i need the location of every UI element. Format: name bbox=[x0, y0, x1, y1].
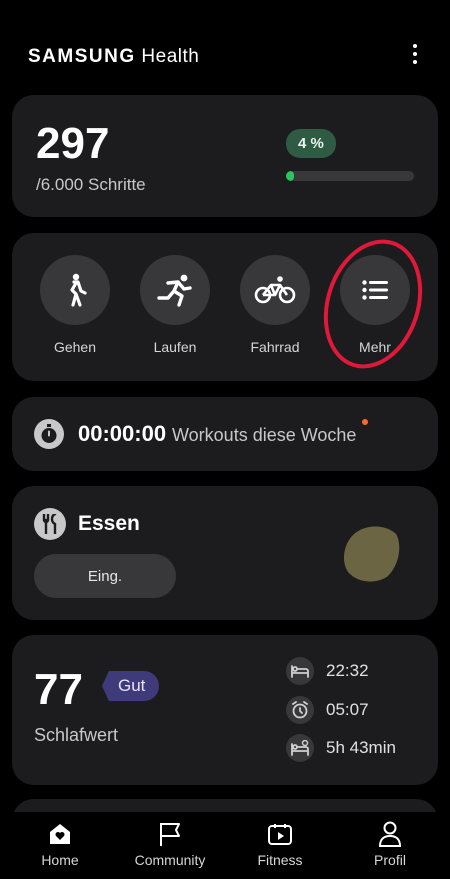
bicycle-icon bbox=[240, 255, 310, 325]
sleep-duration-icon bbox=[286, 734, 314, 762]
steps-card[interactable]: 297 /6.000 Schritte 4 % bbox=[12, 95, 438, 217]
nav-label: Profil bbox=[374, 852, 406, 868]
notification-dot bbox=[362, 419, 368, 425]
flag-icon bbox=[120, 820, 220, 848]
activity-label: Laufen bbox=[153, 339, 197, 355]
profile-icon bbox=[340, 820, 440, 848]
sleep-rating-badge: Gut bbox=[102, 671, 160, 701]
lemon-icon bbox=[344, 526, 400, 582]
activity-label: Mehr bbox=[359, 339, 391, 355]
nav-label: Home bbox=[41, 852, 79, 868]
activity-more[interactable]: Mehr bbox=[330, 255, 420, 355]
activities-card: Gehen Laufen Fahrrad Mehr bbox=[12, 233, 438, 381]
workout-time: 00:00:00 bbox=[78, 421, 167, 446]
nav-label: Fitness bbox=[257, 852, 303, 868]
app-title: SAMSUNG Health bbox=[28, 46, 200, 67]
bottom-navigation: Home Community Fitness Profil bbox=[0, 812, 450, 879]
steps-goal: /6.000 Schritte bbox=[36, 175, 146, 194]
bed-icon bbox=[286, 657, 314, 685]
sleep-wake-time: 05:07 bbox=[326, 700, 369, 719]
alarm-clock-icon bbox=[286, 696, 314, 724]
food-title: Essen bbox=[78, 512, 140, 535]
activity-label: Fahrrad bbox=[250, 339, 300, 355]
nav-fitness[interactable]: Fitness bbox=[230, 820, 330, 868]
food-log-button[interactable]: Eing. bbox=[34, 554, 176, 598]
fork-knife-icon bbox=[34, 508, 66, 540]
more-options-icon[interactable] bbox=[410, 44, 420, 68]
sleep-score: 77 bbox=[34, 665, 83, 714]
stopwatch-icon bbox=[34, 419, 64, 449]
workout-caption: Workouts diese Woche bbox=[172, 425, 357, 445]
nav-profile[interactable]: Profil bbox=[340, 820, 440, 868]
steps-percent-badge: 4 % bbox=[286, 129, 336, 158]
sleep-card[interactable]: 77 Gut Schlafwert 22:32 05:07 5h 43min bbox=[12, 635, 438, 785]
sleep-duration: 5h 43min bbox=[326, 738, 396, 757]
nav-home[interactable]: Home bbox=[10, 820, 110, 868]
sleep-score-label: Schlafwert bbox=[34, 725, 119, 745]
nav-community[interactable]: Community bbox=[120, 820, 220, 868]
sleep-duration-row: 5h 43min bbox=[286, 734, 396, 762]
steps-progress-bar bbox=[286, 171, 414, 181]
sleep-wake-row: 05:07 bbox=[286, 696, 369, 724]
activity-label: Gehen bbox=[53, 339, 97, 355]
steps-progress-fill bbox=[286, 171, 294, 181]
activity-running[interactable]: Laufen bbox=[130, 255, 220, 355]
activity-walking[interactable]: Gehen bbox=[30, 255, 120, 355]
workouts-card[interactable]: 00:00:00 Workouts diese Woche bbox=[12, 397, 438, 471]
home-icon bbox=[10, 820, 110, 848]
list-icon bbox=[340, 255, 410, 325]
nav-label: Community bbox=[134, 852, 206, 868]
running-icon bbox=[140, 255, 210, 325]
app-header: SAMSUNG Health bbox=[0, 0, 450, 94]
fitness-play-icon bbox=[230, 820, 330, 848]
steps-count: 297 bbox=[36, 119, 110, 168]
sleep-bedtime-row: 22:32 bbox=[286, 657, 369, 685]
walking-icon bbox=[40, 255, 110, 325]
activity-bicycle[interactable]: Fahrrad bbox=[230, 255, 320, 355]
sleep-bedtime: 22:32 bbox=[326, 661, 369, 680]
food-card[interactable]: Essen Eing. bbox=[12, 486, 438, 620]
